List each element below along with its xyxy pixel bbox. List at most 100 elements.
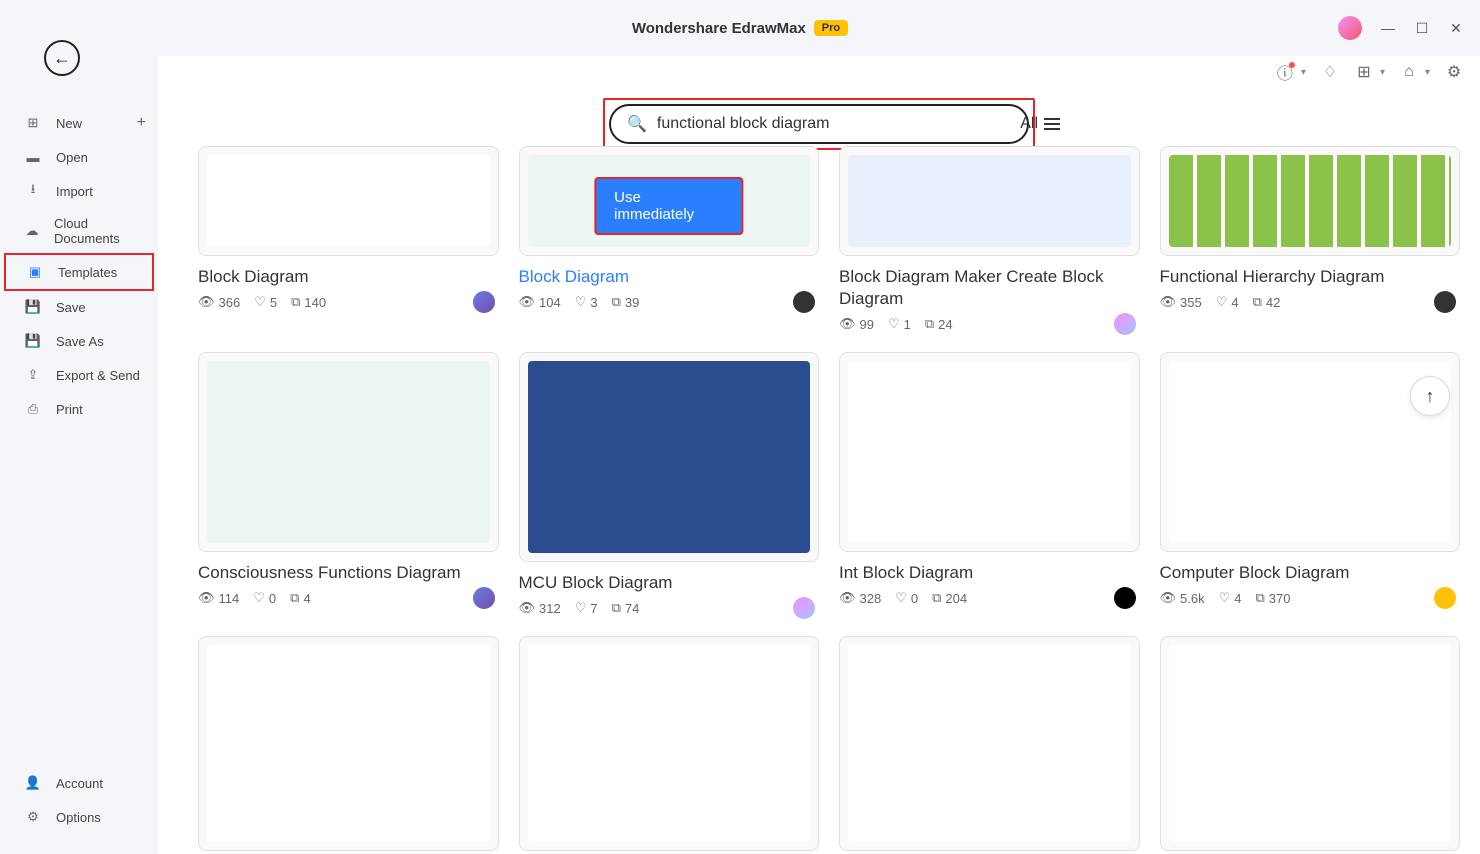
template-thumbnail[interactable]: [839, 352, 1140, 552]
copies-count: ⧉ 39: [612, 294, 640, 310]
template-title: Functional Hierarchy Diagram: [1160, 266, 1461, 288]
nav-label: Open: [56, 150, 88, 165]
author-avatar[interactable]: [793, 597, 815, 619]
views-count: 👁 328: [839, 590, 881, 606]
template-title: Block Diagram: [198, 266, 499, 288]
author-avatar[interactable]: [793, 291, 815, 313]
eye-icon: 👁: [519, 600, 536, 616]
author-avatar[interactable]: [1114, 587, 1136, 609]
template-card[interactable]: Block Diagram 👁 366 ♡ 5 ⧉ 140: [198, 146, 499, 332]
template-thumbnail[interactable]: [839, 636, 1140, 851]
eye-icon: 👁: [1160, 590, 1177, 606]
plus-icon[interactable]: +: [137, 114, 146, 132]
template-thumbnail[interactable]: [839, 146, 1140, 256]
sidebar-item-save-as[interactable]: 💾Save As: [0, 324, 158, 358]
copy-icon: ⧉: [612, 600, 621, 616]
gear-icon: ⚙: [24, 808, 42, 826]
settings-icon[interactable]: ⚙: [1444, 62, 1464, 82]
copy-icon: ⧉: [925, 316, 934, 332]
card-meta: 👁 355 ♡ 4 ⧉ 42: [1160, 294, 1461, 310]
arrow-left-icon: ←: [53, 48, 71, 69]
nav-group-bottom: 👤Account ⚙ Options: [0, 766, 158, 834]
template-thumbnail[interactable]: [1160, 636, 1461, 851]
author-avatar[interactable]: [1114, 313, 1136, 335]
sidebar-item-print[interactable]: ⎙Print: [0, 392, 158, 426]
template-thumbnail[interactable]: [519, 636, 820, 851]
template-card[interactable]: Functional Hierarchy Diagram 👁 355 ♡ 4 ⧉…: [1160, 146, 1461, 332]
import-icon: ⭳: [24, 182, 42, 200]
template-card[interactable]: MCU Block Diagram 👁 312 ♡ 7 ⧉ 74: [519, 352, 820, 616]
thumbnail-image: [1169, 645, 1452, 842]
help-icon[interactable]: ⓘ: [1275, 62, 1295, 82]
template-grid: Block Diagram 👁 366 ♡ 5 ⧉ 140 Use immedi…: [158, 146, 1480, 854]
theme-icon[interactable]: ⌂: [1399, 62, 1419, 82]
template-thumbnail[interactable]: [198, 352, 499, 552]
template-icon: ▣: [26, 263, 44, 281]
nav-label: New: [56, 116, 82, 131]
template-thumbnail[interactable]: [198, 636, 499, 851]
close-button[interactable]: ✕: [1448, 20, 1464, 36]
maximize-button[interactable]: ☐: [1414, 20, 1430, 36]
copies-count: ⧉ 42: [1253, 294, 1281, 310]
search-input-container[interactable]: 🔍: [609, 104, 1029, 144]
heart-icon: ♡: [253, 590, 265, 606]
template-card[interactable]: [519, 636, 820, 854]
back-button[interactable]: ←: [44, 40, 80, 76]
sidebar-item-new[interactable]: ⊞New+: [0, 106, 158, 140]
card-meta: 👁 366 ♡ 5 ⧉ 140: [198, 294, 499, 310]
copies-count: ⧉ 370: [1255, 590, 1290, 606]
use-immediately-button[interactable]: Use immediately: [594, 177, 743, 235]
views-count: 👁 312: [519, 600, 561, 616]
eye-icon: 👁: [198, 590, 215, 606]
template-card[interactable]: Consciousness Functions Diagram 👁 114 ♡ …: [198, 352, 499, 616]
template-card[interactable]: Block Diagram Maker Create Block Diagram…: [839, 146, 1140, 332]
copy-icon: ⧉: [290, 590, 299, 606]
nav-label: Templates: [58, 265, 117, 280]
filter-all[interactable]: All: [1020, 115, 1060, 133]
minimize-button[interactable]: —: [1380, 20, 1396, 36]
sidebar-item-options[interactable]: ⚙ Options: [0, 800, 158, 834]
likes-count: ♡ 1: [888, 316, 911, 332]
apps-icon[interactable]: ⊞: [1354, 62, 1374, 82]
heart-icon: ♡: [895, 590, 907, 606]
author-avatar[interactable]: [473, 587, 495, 609]
template-card[interactable]: Circuit Block Diagram: [198, 636, 499, 854]
author-avatar[interactable]: [1434, 587, 1456, 609]
card-meta: 👁 114 ♡ 0 ⧉ 4: [198, 590, 499, 606]
sidebar-item-open[interactable]: ▬Open: [0, 140, 158, 174]
scroll-top-button[interactable]: ↑: [1410, 376, 1450, 416]
sidebar-item-cloud-documents[interactable]: ☁Cloud Documents: [0, 208, 158, 254]
template-thumbnail[interactable]: [1160, 146, 1461, 256]
search-input[interactable]: [657, 115, 1011, 133]
sidebar-item-account[interactable]: 👤Account: [0, 766, 158, 800]
author-avatar[interactable]: [1434, 291, 1456, 313]
heart-icon: ♡: [254, 294, 266, 310]
template-title: Consciousness Functions Diagram: [198, 562, 499, 584]
copy-icon: ⧉: [1255, 590, 1264, 606]
card-meta: 👁 312 ♡ 7 ⧉ 74: [519, 600, 820, 616]
thumbnail-image: [528, 645, 811, 842]
template-card[interactable]: Use immediately Block Diagram 👁 104 ♡ 3 …: [519, 146, 820, 332]
heart-icon: ♡: [1216, 294, 1228, 310]
user-avatar-icon[interactable]: [1338, 16, 1362, 40]
author-avatar[interactable]: [473, 291, 495, 313]
template-card[interactable]: Monitor Block Diagram: [1160, 636, 1461, 854]
nav-label: Options: [56, 810, 101, 825]
sidebar-item-save[interactable]: 💾Save: [0, 290, 158, 324]
titlebar: Wondershare EdrawMax Pro — ☐ ✕: [0, 0, 1480, 56]
template-card[interactable]: 667 Block Diagram: [839, 636, 1140, 854]
sidebar-item-import[interactable]: ⭳Import: [0, 174, 158, 208]
sidebar-item-export-send[interactable]: ⇪Export & Send: [0, 358, 158, 392]
card-meta: 👁 104 ♡ 3 ⧉ 39: [519, 294, 820, 310]
template-thumbnail[interactable]: [519, 352, 820, 562]
template-thumbnail[interactable]: Use immediately: [519, 146, 820, 256]
template-card[interactable]: Int Block Diagram 👁 328 ♡ 0 ⧉ 204: [839, 352, 1140, 616]
sidebar-item-templates[interactable]: ▣ Templates: [4, 253, 154, 291]
eye-icon: 👁: [519, 294, 536, 310]
eye-icon: 👁: [839, 316, 856, 332]
heart-icon: ♡: [888, 316, 900, 332]
template-thumbnail[interactable]: [198, 146, 499, 256]
bell-icon[interactable]: ♢: [1320, 62, 1340, 82]
search-icon: 🔍: [627, 114, 647, 134]
copies-count: ⧉ 204: [932, 590, 967, 606]
